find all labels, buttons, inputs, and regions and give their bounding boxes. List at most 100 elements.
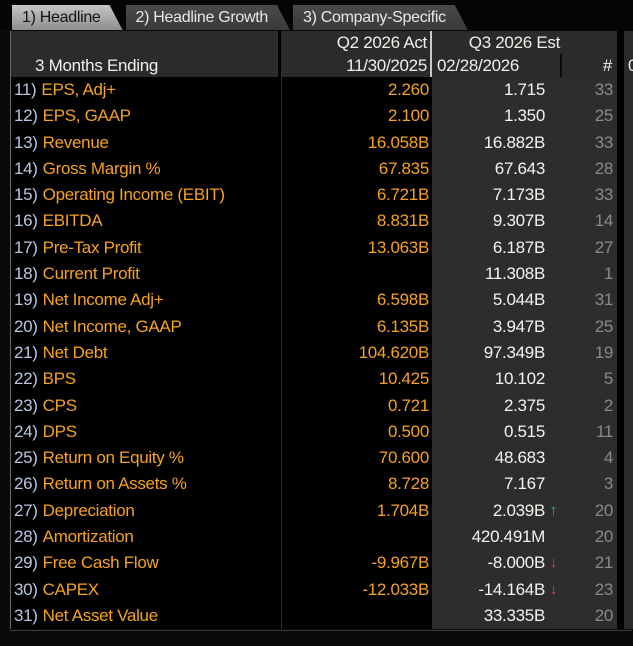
column-gap xyxy=(617,550,624,576)
analyst-count: 2 xyxy=(562,393,615,419)
table-row[interactable]: 15)Operating Income (EBIT) 6.721B 7.173B… xyxy=(11,182,633,208)
column-gap xyxy=(617,445,624,471)
row-number: 16) xyxy=(14,211,38,230)
table-row[interactable]: 16)EBITDA 8.831B 9.307B 14 xyxy=(11,208,633,234)
down-arrow-icon: ↓ xyxy=(545,550,562,576)
estimate-value: 7.167 xyxy=(432,471,545,497)
analyst-count: 28 xyxy=(562,156,615,182)
estimate-value: -14.164B xyxy=(432,577,545,603)
tab-company-specific[interactable]: 3) Company-Specific xyxy=(293,5,468,30)
table-body: 11)EPS, Adj+ 2.260 1.715 33 12)EPS, GAAP… xyxy=(11,77,633,629)
row-number: 14) xyxy=(14,159,38,178)
row-number: 12) xyxy=(14,106,38,125)
actual-value xyxy=(281,524,432,550)
actual-value: 67.835 xyxy=(281,156,432,182)
actual-value: 6.598B xyxy=(281,287,432,313)
table-row[interactable]: 28)Amortization 420.491M 20 xyxy=(11,524,633,550)
header-q3-date[interactable]: 02/28/2026 xyxy=(432,54,562,77)
estimate-value: 11.308B xyxy=(432,261,545,287)
metric-label-cell: 28)Amortization xyxy=(11,524,281,550)
actual-value: 13.063B xyxy=(281,235,432,261)
actual-value: 6.721B xyxy=(281,182,432,208)
column-gap xyxy=(617,54,624,77)
down-arrow-icon: ↓ xyxy=(545,577,562,603)
table-row[interactable]: 14)Gross Margin % 67.835 67.643 28 xyxy=(11,156,633,182)
actual-value: 0.721 xyxy=(281,393,432,419)
table-row[interactable]: 27)Depreciation 1.704B 2.039B ↑ 20 xyxy=(11,498,633,524)
table-row[interactable]: 26)Return on Assets % 8.728 7.167 3 xyxy=(11,471,633,497)
table-row[interactable]: 13)Revenue 16.058B 16.882B 33 xyxy=(11,130,633,156)
table-row[interactable]: 18)Current Profit 11.308B 1 xyxy=(11,261,633,287)
table-row[interactable]: 11)EPS, Adj+ 2.260 1.715 33 xyxy=(11,77,633,103)
metric-name: Return on Equity % xyxy=(38,448,184,467)
actual-value: 8.831B xyxy=(281,208,432,234)
metric-label-cell: 26)Return on Assets % xyxy=(11,471,281,497)
row-number: 29) xyxy=(14,553,38,572)
up-arrow-icon: ↑ xyxy=(545,498,562,524)
trend-arrow-icon xyxy=(545,130,562,156)
trend-arrow-icon xyxy=(545,340,562,366)
analyst-count: 20 xyxy=(562,524,615,550)
estimate-value: 420.491M xyxy=(432,524,545,550)
metric-name: Amortization xyxy=(38,527,134,546)
column-gap xyxy=(617,182,624,208)
metric-name: Operating Income (EBIT) xyxy=(38,185,225,204)
table-row[interactable]: 23)CPS 0.721 2.375 2 xyxy=(11,393,633,419)
tab-headline-growth[interactable]: 2) Headline Growth xyxy=(126,5,290,30)
analyst-count-header: # xyxy=(562,54,615,77)
row-number: 30) xyxy=(14,580,38,599)
metric-name: Revenue xyxy=(38,133,109,152)
actual-value: 70.600 xyxy=(281,445,432,471)
table-row[interactable]: 19)Net Income Adj+ 6.598B 5.044B 31 xyxy=(11,287,633,313)
analyst-count: 33 xyxy=(562,182,615,208)
next-column-sliver xyxy=(624,208,633,234)
table-row[interactable]: 29)Free Cash Flow -9.967B -8.000B ↓ 21 xyxy=(11,550,633,576)
analyst-count: 31 xyxy=(562,287,615,313)
header-q3-period[interactable]: Q3 2026 Est xyxy=(432,31,562,54)
table-row[interactable]: 22)BPS 10.425 10.102 5 xyxy=(11,366,633,392)
next-column-sliver xyxy=(624,445,633,471)
next-column-sliver xyxy=(624,577,633,603)
column-gap xyxy=(617,77,624,103)
table-row[interactable]: 24)DPS 0.500 0.515 11 xyxy=(11,419,633,445)
estimate-value: 9.307B xyxy=(432,208,545,234)
metric-label-cell: 14)Gross Margin % xyxy=(11,156,281,182)
analyst-count: 1 xyxy=(562,261,615,287)
header-q2-date[interactable]: 11/30/2025 xyxy=(281,54,432,77)
row-number: 28) xyxy=(14,527,38,546)
metric-label-cell: 22)BPS xyxy=(11,366,281,392)
estimate-value: 0.515 xyxy=(432,419,545,445)
header-q2-period[interactable]: Q2 2026 Act xyxy=(281,31,432,54)
tab-headline[interactable]: 1) Headline xyxy=(12,5,123,30)
table-row[interactable]: 25)Return on Equity % 70.600 48.683 4 xyxy=(11,445,633,471)
table-row[interactable]: 17)Pre-Tax Profit 13.063B 6.187B 27 xyxy=(11,235,633,261)
row-number: 31) xyxy=(14,606,38,625)
column-gap xyxy=(617,235,624,261)
estimates-window: 1) Headline 2) Headline Growth 3) Compan… xyxy=(0,0,633,646)
analyst-count: 20 xyxy=(562,498,615,524)
table-row[interactable]: 31)Net Asset Value 33.335B 20 xyxy=(11,603,633,629)
header-row-period: Q2 2026 Act Q3 2026 Est xyxy=(11,31,633,54)
metric-label-cell: 23)CPS xyxy=(11,393,281,419)
metric-name: BPS xyxy=(38,369,76,388)
next-column-fragment: 0 xyxy=(624,54,633,77)
next-column-sliver xyxy=(624,524,633,550)
actual-value: 6.135B xyxy=(281,314,432,340)
metric-name: EPS, GAAP xyxy=(38,106,131,125)
next-column-sliver xyxy=(624,235,633,261)
row-number: 25) xyxy=(14,448,38,467)
metric-label-cell: 16)EBITDA xyxy=(11,208,281,234)
column-gap xyxy=(617,498,624,524)
metric-label-cell: 12)EPS, GAAP xyxy=(11,103,281,129)
trend-arrow-icon xyxy=(545,314,562,340)
next-column-sliver xyxy=(624,340,633,366)
trend-arrow-icon xyxy=(545,366,562,392)
metric-name: Net Debt xyxy=(38,343,108,362)
table-row[interactable]: 20)Net Income, GAAP 6.135B 3.947B 25 xyxy=(11,314,633,340)
header-count-spacer xyxy=(562,31,615,54)
table-row[interactable]: 30)CAPEX -12.033B -14.164B ↓ 23 xyxy=(11,577,633,603)
table-row[interactable]: 21)Net Debt 104.620B 97.349B 19 xyxy=(11,340,633,366)
estimate-value: 2.375 xyxy=(432,393,545,419)
table-row[interactable]: 12)EPS, GAAP 2.100 1.350 25 xyxy=(11,103,633,129)
trend-arrow-icon xyxy=(545,235,562,261)
